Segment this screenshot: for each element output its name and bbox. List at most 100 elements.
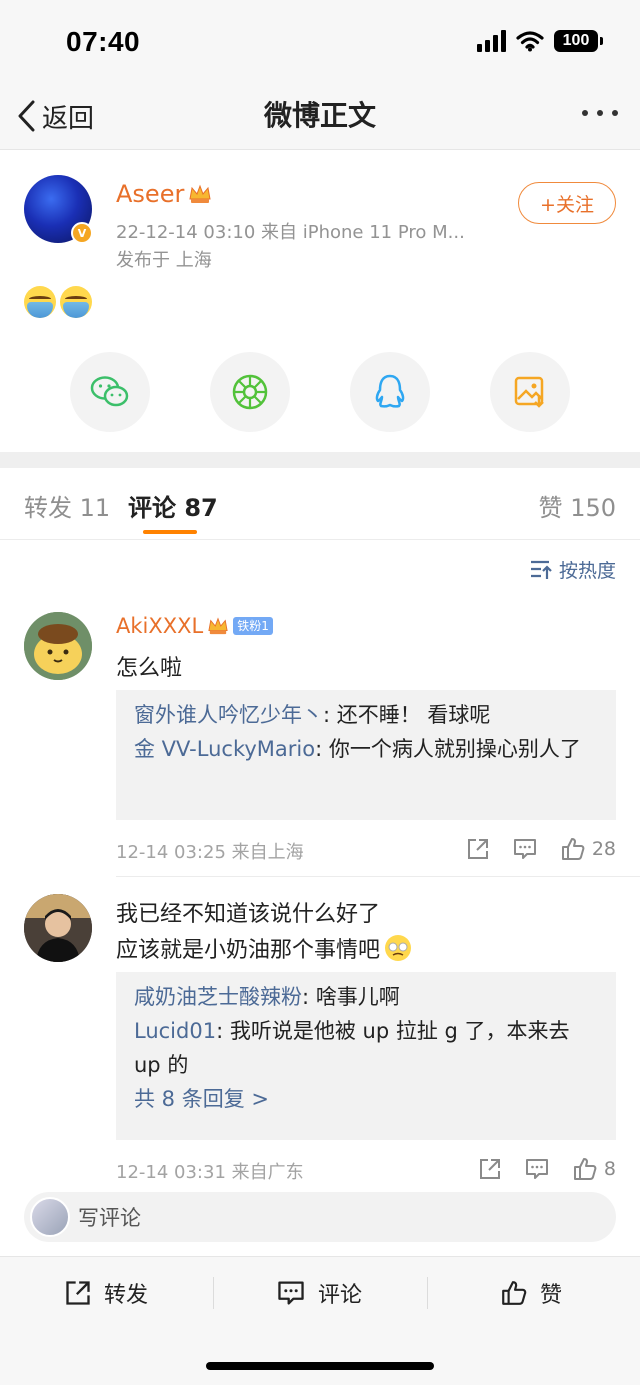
follow-button[interactable]: +关注: [518, 182, 616, 224]
wifi-icon: [516, 31, 544, 52]
tab-comments[interactable]: 评论 87: [128, 488, 218, 523]
tab-bar: 转发 11 评论 87 赞 150: [0, 468, 640, 540]
reply-item: 窗外谁人吟忆少年丶: 还不睡！ 看球呢: [134, 698, 598, 732]
reply-text: : 你一个病人就别操心别人了: [315, 737, 581, 761]
comment-time: 12-14 03:25: [116, 842, 226, 863]
reply-item: 咸奶油芝士酸辣粉: 啥事儿啊: [134, 980, 598, 1014]
my-avatar: [30, 1197, 70, 1237]
reply-text: : 啥事儿啊: [302, 985, 400, 1009]
post-card: V Aseer 22-12-14 03:10 来自 iPhone 11 Pro …: [0, 150, 640, 452]
comment-icon[interactable]: [512, 837, 538, 861]
toolbar-separator: [427, 1277, 428, 1309]
share-qq-button[interactable]: [350, 352, 430, 432]
section-divider: [0, 452, 640, 468]
wechat-icon: [90, 376, 129, 407]
thumbs-up-icon: [502, 1281, 527, 1305]
comment-source: 来自广东: [231, 1162, 304, 1183]
post-location: 发布于 上海: [116, 250, 212, 271]
comment-time: 12-14 03:31: [116, 1162, 226, 1183]
tab-likes[interactable]: 赞 150: [539, 488, 616, 523]
tab-repost-label: 转发: [24, 494, 72, 522]
bottom-toolbar: 转发 评论 赞: [0, 1256, 640, 1385]
page-title: 微博正文: [263, 99, 376, 132]
comment-text-line: 我已经不知道该说什么好了: [116, 902, 381, 927]
share-row: [70, 352, 570, 432]
like-button[interactable]: 28: [560, 836, 616, 862]
status-bar: 07:40 100: [0, 0, 640, 86]
nav-bar: 返回 微博正文: [0, 86, 640, 150]
author-name-text: Aseer: [116, 180, 185, 208]
crying-emoji-icon: [24, 286, 56, 318]
comment-text-line: 应该就是小奶油那个事情吧: [116, 932, 414, 964]
status-icons: 100: [477, 30, 603, 52]
comment-button[interactable]: 评论: [276, 1277, 362, 1309]
comment-icon: [278, 1281, 304, 1305]
write-comment-placeholder: 写评论: [78, 1206, 141, 1230]
tab-repost[interactable]: 转发 11: [24, 488, 110, 523]
repost-button[interactable]: 转发: [64, 1277, 148, 1309]
comment-actions: 8: [478, 1156, 616, 1182]
share-moments-button[interactable]: [210, 352, 290, 432]
reply-item: 金 VV-LuckyMario: 你一个病人就别操心别人了: [134, 732, 598, 766]
more-replies-link[interactable]: 共 8 条回复 >: [134, 1082, 598, 1116]
vip-crown-icon: [208, 617, 228, 635]
commenter-name[interactable]: AkiXXXL 铁粉1: [116, 614, 273, 638]
thumbs-up-icon: [573, 1158, 597, 1180]
comment-meta: 12-14 03:31 来自广东: [116, 1158, 304, 1184]
repost-label: 转发: [104, 1283, 149, 1308]
verified-badge-icon: V: [71, 222, 93, 244]
battery-icon: 100: [554, 30, 603, 52]
like-post-button[interactable]: 赞: [500, 1277, 562, 1309]
post-content: [24, 286, 92, 318]
like-count: 8: [603, 1158, 616, 1180]
like-count: 28: [591, 838, 616, 860]
reply-user[interactable]: 金 VV-LuckyMario: [134, 737, 315, 761]
comment-actions: 28: [466, 836, 616, 862]
tab-comments-label: 评论: [128, 494, 176, 522]
sort-icon: [530, 560, 552, 579]
reply-box[interactable]: 窗外谁人吟忆少年丶: 还不睡！ 看球呢 金 VV-LuckyMario: 你一个…: [116, 690, 616, 820]
reply-item: Lucid01: 我听说是他被 up 拉扯 g 了，本来去 up 的: [134, 1014, 598, 1082]
signal-icon: [477, 30, 506, 52]
write-comment-input[interactable]: 写评论: [24, 1192, 616, 1242]
comment-divider: [116, 876, 640, 877]
commenter-name-text: AkiXXXL: [116, 614, 204, 638]
tab-comments-count: 87: [184, 494, 218, 522]
moments-icon: [232, 374, 268, 410]
sweat-emoji-icon: [385, 935, 412, 961]
save-image-button[interactable]: [490, 352, 570, 432]
tab-repost-count: 11: [79, 494, 111, 522]
qq-icon: [375, 374, 405, 408]
sort-button[interactable]: 按热度: [529, 556, 616, 583]
tab-likes-count: 150: [570, 494, 616, 522]
share-icon[interactable]: [466, 837, 490, 861]
active-tab-indicator: [143, 530, 197, 534]
author-name[interactable]: Aseer: [116, 180, 212, 208]
reply-box[interactable]: 咸奶油芝士酸辣粉: 啥事儿啊 Lucid01: 我听说是他被 up 拉扯 g 了…: [116, 972, 616, 1140]
reply-user[interactable]: 咸奶油芝士酸辣粉: [134, 985, 302, 1009]
more-icon[interactable]: [582, 110, 618, 116]
commenter-avatar[interactable]: [24, 612, 92, 680]
comment-text: 应该就是小奶油那个事情吧: [116, 938, 381, 963]
tab-likes-label: 赞: [538, 494, 563, 522]
repost-icon: [66, 1281, 90, 1305]
commenter-avatar[interactable]: [24, 894, 92, 962]
comment-source: 来自上海: [231, 842, 304, 863]
post-meta: 22-12-14 03:10 来自 iPhone 11 Pro M...: [116, 222, 465, 243]
fan-badge: 铁粉1: [233, 617, 273, 635]
reply-text: : 还不睡！ 看球呢: [323, 703, 491, 727]
crying-emoji-icon: [60, 286, 92, 318]
reply-user[interactable]: Lucid01: [134, 1019, 216, 1043]
like-label: 赞: [540, 1283, 563, 1308]
status-time: 07:40: [66, 26, 141, 57]
comment-meta: 12-14 03:25 来自上海: [116, 838, 304, 864]
vip-crown-icon: [189, 184, 211, 203]
avatar-image: [24, 612, 92, 680]
like-button[interactable]: 8: [572, 1156, 616, 1182]
reply-user[interactable]: 窗外谁人吟忆少年丶: [134, 703, 323, 727]
comment-icon[interactable]: [524, 1157, 550, 1181]
comment-text: 怎么啦: [116, 656, 183, 681]
avatar-image: [24, 894, 92, 962]
share-icon[interactable]: [478, 1157, 502, 1181]
share-wechat-button[interactable]: [70, 352, 150, 432]
